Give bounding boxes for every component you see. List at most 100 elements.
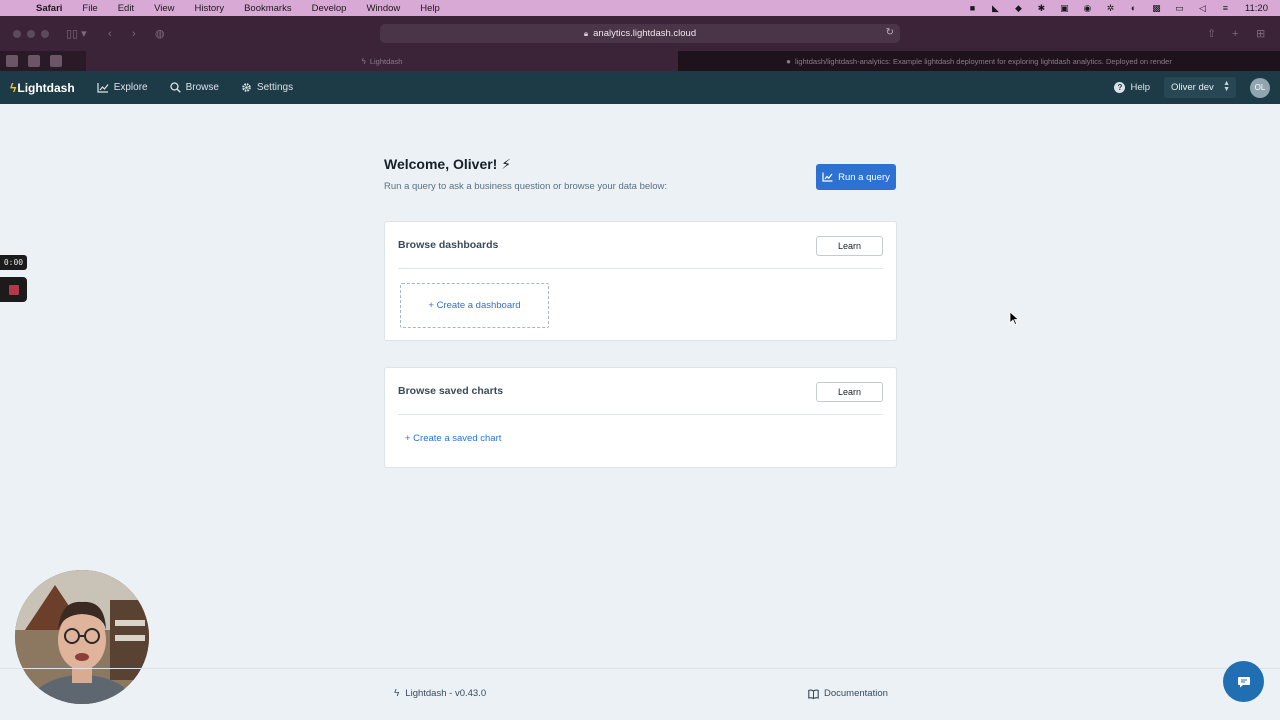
macos-menubar: Safari File Edit View History Bookmarks …	[0, 0, 1280, 16]
brand-name: Lightdash	[17, 80, 75, 95]
bolt-icon: ϟ	[10, 80, 17, 95]
menu-edit[interactable]: Edit	[118, 3, 134, 14]
browse-saved-charts-title: Browse saved charts	[398, 385, 504, 397]
nav-settings-label: Settings	[256, 82, 294, 93]
recorder-icon[interactable]: ■	[967, 3, 978, 13]
grammar-icon[interactable]: ◉	[1082, 3, 1093, 13]
nav-browse[interactable]: Browse	[169, 82, 219, 93]
recording-stop-button[interactable]	[0, 277, 27, 302]
pinned-tabs	[0, 51, 86, 71]
menu-safari[interactable]: Safari	[36, 3, 62, 14]
menubar-clock[interactable]: 11:20	[1245, 3, 1268, 14]
project-select-value: Oliver dev	[1171, 82, 1214, 93]
menu-window[interactable]: Window	[366, 3, 400, 14]
reload-icon[interactable]: ↻	[886, 27, 894, 38]
tab-title: Lightdash	[369, 56, 403, 66]
app-tray-icon[interactable]: ▣	[1059, 3, 1070, 13]
welcome-title: Welcome, Oliver! ⚡	[384, 156, 512, 172]
navbar-right: ? Help Oliver dev ▲ ▼ OL	[1114, 71, 1270, 104]
nav-browse-label: Browse	[185, 82, 219, 93]
window-minimize-button[interactable]	[27, 30, 35, 38]
volume-icon[interactable]: ◁	[1197, 3, 1208, 13]
pinned-tab-github[interactable]	[6, 55, 18, 67]
menu-develop[interactable]: Develop	[312, 3, 347, 14]
lock-icon: 🔒︎	[583, 28, 589, 38]
back-icon[interactable]: ‹	[108, 27, 112, 41]
welcome-subtitle: Run a query to ask a business question o…	[384, 181, 668, 192]
tab-lightdash[interactable]: ϟ Lightdash	[86, 51, 678, 71]
gear-icon	[242, 83, 251, 92]
menubar-status-area: ■ ◣ ◆ ✱ ▣ ◉ ✲ ◐ ▩ ▭ ◁ ≡ 11:20	[955, 0, 1268, 16]
tab-title: lightdash/lightdash-analytics: Example l…	[794, 56, 1172, 66]
dv-icon[interactable]: ▩	[1151, 3, 1162, 13]
book-icon	[808, 689, 819, 699]
search-icon	[169, 82, 181, 93]
card-divider	[398, 268, 883, 269]
address-bar[interactable]: 🔒︎ analytics.lightdash.cloud ↻	[380, 24, 900, 43]
tab-overview-icon[interactable]: ⊞	[1256, 27, 1265, 41]
card-divider	[398, 414, 883, 415]
mouse-cursor-icon	[1009, 311, 1019, 325]
lightdash-logo[interactable]: ϟ Lightdash	[10, 81, 75, 95]
moon-icon[interactable]: ◐	[1128, 3, 1139, 13]
footer-version[interactable]: ϟ Lightdash - v0.43.0	[394, 688, 486, 699]
menu-history[interactable]: History	[195, 3, 225, 14]
create-dashboard-button[interactable]: + Create a dashboard	[400, 283, 549, 328]
footer-version-label: Lightdash - v0.43.0	[405, 688, 487, 699]
tab-github-repo[interactable]: ● lightdash/lightdash-analytics: Example…	[678, 51, 1280, 71]
browse-dashboards-card: Browse dashboards Learn + Create a dashb…	[384, 221, 897, 341]
nav-explore-label: Explore	[113, 82, 148, 93]
help-label: Help	[1130, 82, 1150, 93]
privacy-shield-icon[interactable]: ◍	[155, 27, 165, 41]
help-icon: ?	[1114, 82, 1126, 93]
select-caret-icon: ▲ ▼	[1223, 80, 1230, 93]
documentation-link[interactable]: Documentation	[808, 688, 888, 699]
run-query-label: Run a query	[838, 171, 890, 183]
window-zoom-button[interactable]	[41, 30, 49, 38]
tab-bar: ϟ Lightdash ● lightdash/lightdash-analyt…	[0, 51, 1280, 71]
help-button[interactable]: ? Help	[1114, 82, 1150, 93]
share-icon[interactable]: ⇧	[1207, 27, 1216, 41]
recording-timer: 0:00	[0, 255, 27, 270]
support-chat-button[interactable]	[1223, 661, 1264, 702]
lightdash-favicon-icon: ϟ	[361, 56, 366, 66]
chart-icon	[822, 172, 833, 182]
browse-dashboards-title: Browse dashboards	[398, 239, 499, 251]
forward-icon[interactable]: ›	[132, 27, 136, 41]
brightness-icon[interactable]: ✲	[1105, 3, 1116, 13]
documentation-label: Documentation	[824, 688, 888, 699]
cast-icon[interactable]: ◣	[990, 3, 1001, 13]
github-favicon-icon: ●	[786, 56, 791, 66]
display-icon[interactable]: ▭	[1174, 3, 1185, 13]
create-saved-chart-link[interactable]: + Create a saved chart	[405, 433, 501, 444]
presenter-video-image	[15, 570, 149, 704]
chart-icon	[97, 83, 109, 93]
menu-file[interactable]: File	[82, 3, 97, 14]
dashboards-learn-button[interactable]: Learn	[816, 236, 883, 256]
pinned-tab-app[interactable]	[50, 55, 62, 67]
address-url: analytics.lightdash.cloud	[593, 28, 697, 39]
pinned-tab-notes[interactable]	[28, 55, 40, 67]
browse-saved-charts-card: Browse saved charts Learn + Create a sav…	[384, 367, 897, 468]
project-select[interactable]: Oliver dev ▲ ▼	[1164, 77, 1236, 98]
menu-bookmarks[interactable]: Bookmarks	[244, 3, 292, 14]
user-avatar[interactable]: OL	[1250, 77, 1270, 98]
nav-settings[interactable]: Settings	[241, 82, 293, 93]
window-close-button[interactable]	[13, 30, 21, 38]
bolt-icon: ϟ	[394, 688, 400, 699]
menu-help[interactable]: Help	[420, 3, 440, 14]
sun-icon[interactable]: ✱	[1036, 3, 1047, 13]
menu-view[interactable]: View	[154, 3, 174, 14]
control-center-icon[interactable]: ≡	[1220, 3, 1231, 13]
nav-explore[interactable]: Explore	[97, 82, 148, 93]
run-query-button[interactable]: Run a query	[816, 164, 896, 190]
stop-icon	[9, 285, 19, 295]
charts-learn-button[interactable]: Learn	[816, 382, 883, 402]
footer-divider	[0, 668, 1280, 669]
diamond-icon[interactable]: ◆	[1013, 3, 1024, 13]
new-tab-icon[interactable]: +	[1232, 27, 1238, 41]
app-navbar: ϟ Lightdash Explore Browse Settings ? He…	[0, 71, 1280, 104]
chat-icon	[1237, 676, 1250, 687]
webcam-overlay	[15, 570, 149, 704]
sidebar-toggle-icon[interactable]: ▯▯ ▾	[66, 27, 87, 41]
